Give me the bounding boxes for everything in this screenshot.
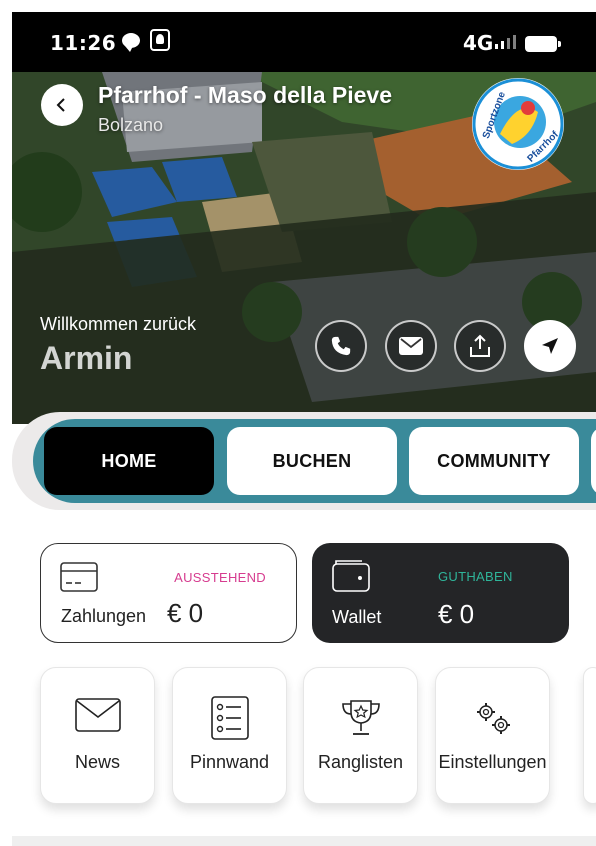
navigate-button[interactable] bbox=[524, 320, 576, 372]
app-notification-icon bbox=[150, 29, 170, 51]
welcome-text: Willkommen zurück bbox=[40, 314, 197, 334]
payments-status-badge: AUSSTEHEND bbox=[174, 570, 266, 585]
share-icon bbox=[470, 334, 490, 357]
payments-card[interactable]: AUSSTEHEND Zahlungen € 0 bbox=[40, 543, 297, 643]
wallet-amount: € 0 bbox=[438, 599, 475, 629]
gears-icon bbox=[476, 703, 510, 734]
payments-label: Zahlungen bbox=[61, 606, 147, 626]
wallet-label: Wallet bbox=[332, 607, 382, 627]
chat-notification-icon bbox=[122, 33, 140, 52]
partial-tile[interactable] bbox=[583, 667, 596, 804]
mail-button[interactable] bbox=[385, 320, 437, 372]
phone-icon bbox=[331, 336, 351, 356]
back-button[interactable] bbox=[41, 84, 83, 126]
news-label: News bbox=[74, 752, 120, 772]
news-tile[interactable]: News bbox=[40, 667, 155, 804]
hero-banner: Pfarrhof - Maso della Pieve Bolzano Spor… bbox=[12, 72, 596, 424]
share-button[interactable] bbox=[454, 320, 506, 372]
club-logo: Sportzone Pfarrhof bbox=[472, 78, 564, 170]
envelope-icon bbox=[74, 698, 121, 732]
payments-amount: € 0 bbox=[167, 598, 204, 628]
club-city: Bolzano bbox=[98, 115, 164, 135]
tab-community[interactable]: COMMUNITY bbox=[409, 427, 579, 495]
status-time: 11:26 bbox=[50, 31, 117, 55]
tab-buchen[interactable]: BUCHEN bbox=[227, 427, 397, 495]
user-name: Armin bbox=[40, 340, 133, 376]
einstellungen-tile[interactable]: Einstellungen bbox=[435, 667, 550, 804]
network-type: 4G bbox=[463, 31, 494, 55]
wallet-card[interactable]: GUTHABEN Wallet € 0 bbox=[312, 543, 569, 643]
pinnwand-tile[interactable]: Pinnwand bbox=[172, 667, 287, 804]
wallet-icon bbox=[332, 560, 370, 592]
ranglisten-label: Ranglisten bbox=[317, 752, 404, 772]
signal-icon bbox=[495, 35, 517, 49]
tab-home[interactable]: HOME bbox=[44, 427, 214, 495]
navigate-icon bbox=[542, 338, 558, 354]
einstellungen-label: Einstellungen bbox=[438, 752, 547, 772]
status-bar: 11:26 4G bbox=[12, 12, 596, 72]
section-divider bbox=[12, 836, 596, 846]
club-name: Pfarrhof - Maso della Pieve bbox=[98, 82, 392, 108]
battery-icon bbox=[525, 36, 561, 52]
wallet-status-badge: GUTHABEN bbox=[438, 569, 513, 584]
mail-icon bbox=[399, 337, 423, 355]
chevron-left-icon bbox=[56, 98, 65, 112]
pinnwand-label: Pinnwand bbox=[189, 752, 270, 772]
call-button[interactable] bbox=[315, 320, 367, 372]
list-icon bbox=[210, 696, 249, 740]
ranglisten-tile[interactable]: Ranglisten bbox=[303, 667, 418, 804]
credit-card-icon bbox=[60, 562, 98, 592]
tab-partial[interactable] bbox=[591, 427, 596, 495]
trophy-icon bbox=[341, 700, 380, 735]
